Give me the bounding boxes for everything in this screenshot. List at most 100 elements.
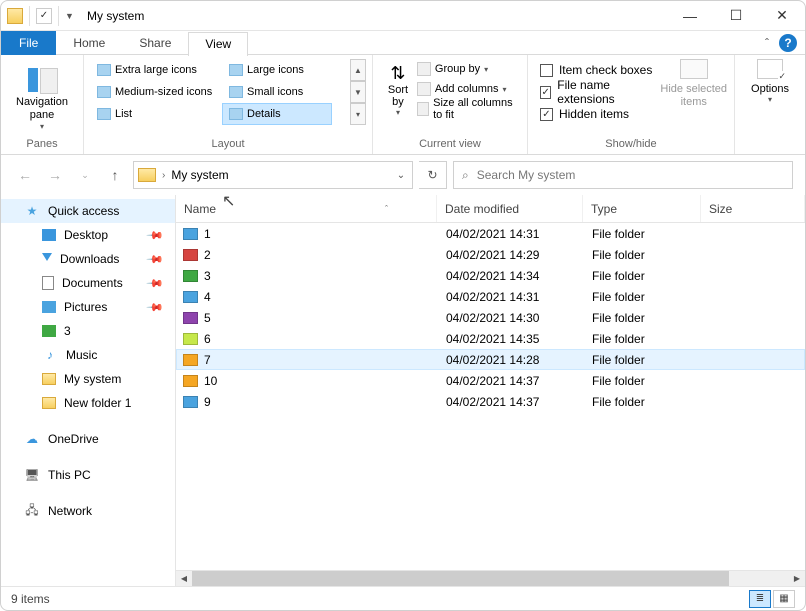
help-button[interactable]: ? (779, 34, 797, 52)
sort-by-button[interactable]: ⇅ Sort by ▾ (379, 59, 417, 121)
ribbon: Navigation pane ▾ Panes Extra large icon… (1, 55, 805, 155)
layout-small[interactable]: Small icons (222, 81, 332, 103)
layout-details[interactable]: Details (222, 103, 332, 125)
file-row[interactable]: 204/02/2021 14:29File folder (176, 244, 805, 265)
sidebar-folder-3[interactable]: 3 (1, 319, 175, 343)
folder-icon (42, 397, 56, 409)
column-name[interactable]: Nameˆ (176, 195, 437, 222)
layout-medium[interactable]: Medium-sized icons (90, 81, 222, 103)
layout-large[interactable]: Large icons (222, 59, 332, 81)
column-date[interactable]: Date modified (437, 195, 583, 222)
extra-large-icons-icon (97, 64, 111, 76)
hidden-items-toggle[interactable]: ✓Hidden items (540, 103, 653, 125)
group-label-current-view: Current view (379, 136, 521, 152)
file-row[interactable]: 904/02/2021 14:37File folder (176, 391, 805, 412)
chevron-right-icon[interactable]: › (162, 170, 165, 181)
sidebar-downloads[interactable]: Downloads📌 (1, 247, 175, 271)
options-button[interactable]: Options ▾ (741, 59, 799, 104)
file-date: 04/02/2021 14:37 (438, 374, 584, 388)
file-row[interactable]: 404/02/2021 14:31File folder (176, 286, 805, 307)
file-date: 04/02/2021 14:31 (438, 227, 584, 241)
file-row[interactable]: 304/02/2021 14:34File folder (176, 265, 805, 286)
scroll-right-button[interactable]: ▶ (789, 571, 805, 587)
quick-access-toolbar: ✓ ▼ (1, 6, 81, 26)
scroll-left-button[interactable]: ◀ (176, 571, 192, 587)
add-columns-button[interactable]: Add columns▾ (417, 79, 521, 99)
qat-dropdown-icon[interactable]: ▼ (65, 11, 75, 21)
navigation-pane-icon (28, 68, 56, 92)
navigation-pane: ★Quick access Desktop📌 Downloads📌 Docume… (1, 195, 176, 586)
pin-icon: 📌 (146, 226, 165, 245)
maximize-button[interactable]: ☐ (713, 1, 759, 31)
layout-extra-large[interactable]: Extra large icons (90, 59, 222, 81)
hide-selected-items-button: Hide selected items (659, 59, 728, 109)
details-view-button[interactable]: ≣ (749, 590, 771, 608)
file-date: 04/02/2021 14:31 (438, 290, 584, 304)
group-by-button[interactable]: Group by▾ (417, 59, 521, 79)
close-button[interactable]: ✕ (759, 1, 805, 31)
file-name: 9 (204, 395, 211, 409)
tab-share[interactable]: Share (122, 31, 188, 55)
horizontal-scrollbar[interactable]: ◀ ▶ (176, 570, 805, 586)
tab-file[interactable]: File (1, 31, 56, 55)
refresh-button[interactable]: ↻ (419, 161, 447, 189)
address-path[interactable]: My system (171, 168, 386, 182)
navigation-pane-button[interactable]: Navigation pane ▾ (7, 59, 77, 135)
layout-scroll-up[interactable]: ▲ (350, 59, 366, 81)
folder-icon (183, 354, 198, 366)
hide-items-icon (680, 59, 708, 79)
address-bar[interactable]: › My system ⌄ (133, 161, 413, 189)
back-button[interactable]: ← (13, 163, 37, 187)
folder-icon (183, 291, 198, 303)
tab-home[interactable]: Home (56, 31, 122, 55)
sidebar-desktop[interactable]: Desktop📌 (1, 223, 175, 247)
sidebar-new-folder-1[interactable]: New folder 1 (1, 391, 175, 415)
thumbnails-view-button[interactable]: ▦ (773, 590, 795, 608)
qat-properties-icon[interactable]: ✓ (36, 8, 52, 24)
address-dropdown-icon[interactable]: ⌄ (392, 170, 410, 181)
pin-icon: 📌 (146, 298, 165, 317)
sidebar-documents[interactable]: Documents📌 (1, 271, 175, 295)
file-row[interactable]: 604/02/2021 14:35File folder (176, 328, 805, 349)
search-box[interactable]: ⌕ Search My system (453, 161, 793, 189)
file-extensions-toggle[interactable]: ✓File name extensions (540, 81, 653, 103)
pictures-icon (42, 301, 56, 313)
scroll-thumb[interactable] (192, 571, 729, 587)
medium-icons-icon (97, 86, 111, 98)
sidebar-onedrive[interactable]: ☁OneDrive (1, 427, 175, 451)
sidebar-pictures[interactable]: Pictures📌 (1, 295, 175, 319)
view-mode-toggle: ≣ ▦ (749, 590, 795, 608)
minimize-button[interactable]: — (667, 1, 713, 31)
up-button[interactable]: ↑ (103, 163, 127, 187)
sidebar-this-pc[interactable]: 🖥This PC (1, 463, 175, 487)
layout-scroll-down[interactable]: ▼ (350, 81, 366, 103)
list-icon (97, 108, 111, 120)
history-dropdown[interactable]: ⌄ (73, 163, 97, 187)
scroll-track[interactable] (192, 571, 789, 587)
column-size[interactable]: Size (701, 195, 805, 222)
column-headers: ↖ Nameˆ Date modified Type Size (176, 195, 805, 223)
size-columns-icon (417, 102, 429, 116)
sidebar-my-system[interactable]: My system (1, 367, 175, 391)
ribbon-group-panes: Navigation pane ▾ Panes (1, 55, 84, 154)
file-row[interactable]: 1004/02/2021 14:37File folder (176, 370, 805, 391)
column-type[interactable]: Type (583, 195, 701, 222)
details-icon (229, 108, 243, 120)
layout-expand[interactable]: ▾ (350, 103, 366, 125)
address-bar-row: ← → ⌄ ↑ › My system ⌄ ↻ ⌕ Search My syst… (1, 155, 805, 195)
collapse-ribbon-button[interactable]: ˆ (765, 36, 769, 50)
layout-list[interactable]: List (90, 103, 222, 125)
ribbon-group-layout: Extra large icons Large icons Medium-siz… (84, 55, 373, 154)
file-row[interactable]: 504/02/2021 14:30File folder (176, 307, 805, 328)
file-row[interactable]: 104/02/2021 14:31File folder (176, 223, 805, 244)
add-columns-icon (417, 82, 431, 96)
sidebar-quick-access[interactable]: ★Quick access (1, 199, 175, 223)
tab-view[interactable]: View (188, 32, 248, 56)
forward-button[interactable]: → (43, 163, 67, 187)
size-columns-button[interactable]: Size all columns to fit (417, 99, 521, 119)
file-date: 04/02/2021 14:35 (438, 332, 584, 346)
documents-icon (42, 276, 54, 290)
file-row[interactable]: 704/02/2021 14:28File folder (176, 349, 805, 370)
sidebar-music[interactable]: ♪Music (1, 343, 175, 367)
sidebar-network[interactable]: 🖧Network (1, 499, 175, 523)
